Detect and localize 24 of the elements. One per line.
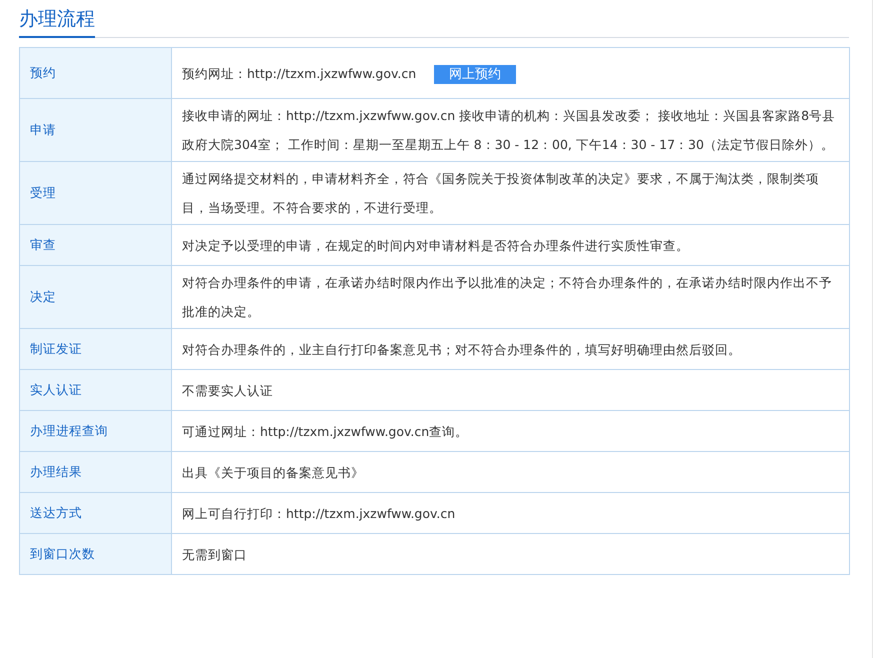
table-cell: 对决定予以受理的申请，在规定的时间内对申请材料是否符合办理条件进行实质性审查。 (172, 224, 850, 266)
row-label: 预约 (20, 48, 172, 98)
row-label: 审查 (20, 224, 172, 266)
table-cell: 接收申请的网址：http://tzxm.jxzwfww.gov.cn 接收申请的机构：兴国县发改委； 接收地址：兴国县客家路8号县政府大院304室； 工作时间：星期一至星期五上午 8：30 - 12：00, 下午14：30 - 17：30（法定节假日除外）。 (172, 98, 850, 162)
table-cell: 出具《关于项目的备案意见书》 (172, 452, 850, 492)
cell-text: 预约网址：http://tzxm.jxzwfww.gov.cn (182, 66, 416, 80)
row-label: 受理 (20, 162, 172, 224)
row-label: 送达方式 (20, 492, 172, 534)
table-cell: 网上可自行打印：http://tzxm.jxzwfww.gov.cn (172, 492, 850, 534)
online-booking-button[interactable]: 网上预约 (434, 64, 516, 84)
section-title: 办理流程 (19, 6, 95, 38)
row-label: 到窗口次数 (20, 534, 172, 574)
row-label: 制证发证 (20, 328, 172, 370)
table-cell: 通过网络提交材料的，申请材料齐全，符合《国务院关于投资体制改革的决定》要求，不属于淘汰类，限制类项目，当场受理。不符合要求的，不进行受理。 (172, 162, 850, 224)
table-cell: 对符合办理条件的，业主自行打印备案意见书；对不符合办理条件的，填写好明确理由然后驳回。 (172, 328, 850, 370)
row-label: 实人认证 (20, 370, 172, 410)
table-cell: 无需到窗口 (172, 534, 850, 574)
row-label: 办理进程查询 (20, 410, 172, 452)
table-cell: 不需要实人认证 (172, 370, 850, 410)
row-label: 办理结果 (20, 452, 172, 492)
row-label: 申请 (20, 98, 172, 162)
table-cell: 对符合办理条件的申请，在承诺办结时限内作出予以批准的决定；不符合办理条件的，在承诺办结时限内作出不予批准的决定。 (172, 266, 850, 328)
row-label: 决定 (20, 266, 172, 328)
table-cell: 可通过网址：http://tzxm.jxzwfww.gov.cn查询。 (172, 410, 850, 452)
